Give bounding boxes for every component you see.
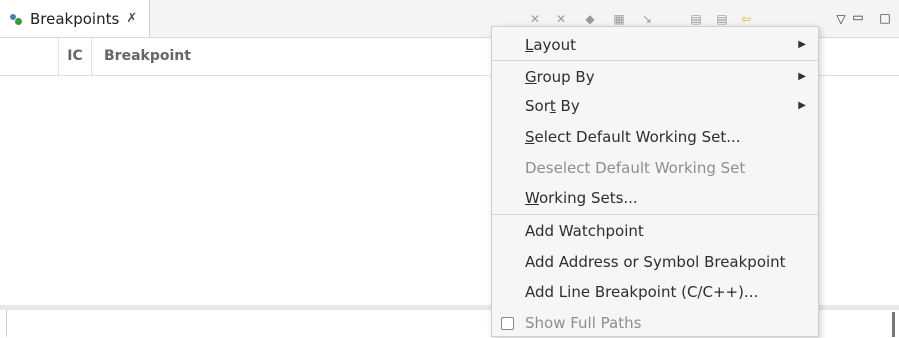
view-context-menu: Layout ▶ Group By ▶ Sort By ▶ Select Def… (491, 26, 819, 337)
tab-breakpoints[interactable]: Breakpoints ✗ (0, 0, 150, 37)
minimize-icon[interactable]: ▭ (849, 8, 867, 26)
breakpoints-view-icon (8, 12, 30, 26)
collapse-all-icon[interactable]: ▤ (714, 12, 730, 26)
expand-all-icon[interactable]: ▤ (688, 12, 704, 26)
maximize-icon[interactable]: □ (876, 9, 894, 27)
show-full-paths-checkbox[interactable] (501, 317, 514, 330)
column-breakpoint[interactable]: Breakpoint (104, 38, 191, 75)
column-ic[interactable]: IC (58, 38, 92, 75)
menu-item-select-default-working-set[interactable]: Select Default Working Set... (492, 122, 818, 152)
link-with-debug-view-icon[interactable]: ⇦ (738, 12, 754, 26)
tab-label: Breakpoints (30, 9, 120, 28)
menu-item-layout[interactable]: Layout ▶ (492, 30, 818, 60)
show-supported-breakpoints-icon[interactable]: ◆ (582, 12, 598, 26)
menu-item-sort-by[interactable]: Sort By ▶ (492, 91, 818, 121)
menu-separator (492, 60, 818, 61)
details-scrollbar[interactable] (892, 312, 895, 337)
menu-item-working-sets[interactable]: Working Sets... (492, 183, 818, 213)
menu-item-group-by[interactable]: Group By ▶ (492, 62, 818, 92)
submenu-arrow-icon: ▶ (798, 39, 806, 50)
remove-breakpoint-icon[interactable]: ✕ (527, 12, 543, 26)
menu-item-show-full-paths[interactable]: Show Full Paths (492, 308, 818, 338)
submenu-arrow-icon: ▶ (798, 100, 806, 111)
menu-item-deselect-default-working-set: Deselect Default Working Set (525, 159, 746, 177)
menu-item-add-line-breakpoint[interactable]: Add Line Breakpoint (C/C++)... (492, 277, 818, 307)
menu-separator (492, 214, 818, 215)
remove-all-breakpoints-icon[interactable]: ✕ (553, 12, 569, 26)
skip-all-breakpoints-icon[interactable]: ↘ (639, 12, 655, 26)
view-menu-icon[interactable]: ▽ (832, 10, 850, 28)
close-tab-icon[interactable]: ✗ (126, 11, 137, 26)
menu-item-add-address-symbol-breakpoint[interactable]: Add Address or Symbol Breakpoint (492, 247, 818, 277)
submenu-arrow-icon: ▶ (798, 71, 806, 82)
go-to-file-icon[interactable]: ▦ (611, 12, 627, 26)
menu-item-add-watchpoint[interactable]: Add Watchpoint (492, 216, 818, 246)
